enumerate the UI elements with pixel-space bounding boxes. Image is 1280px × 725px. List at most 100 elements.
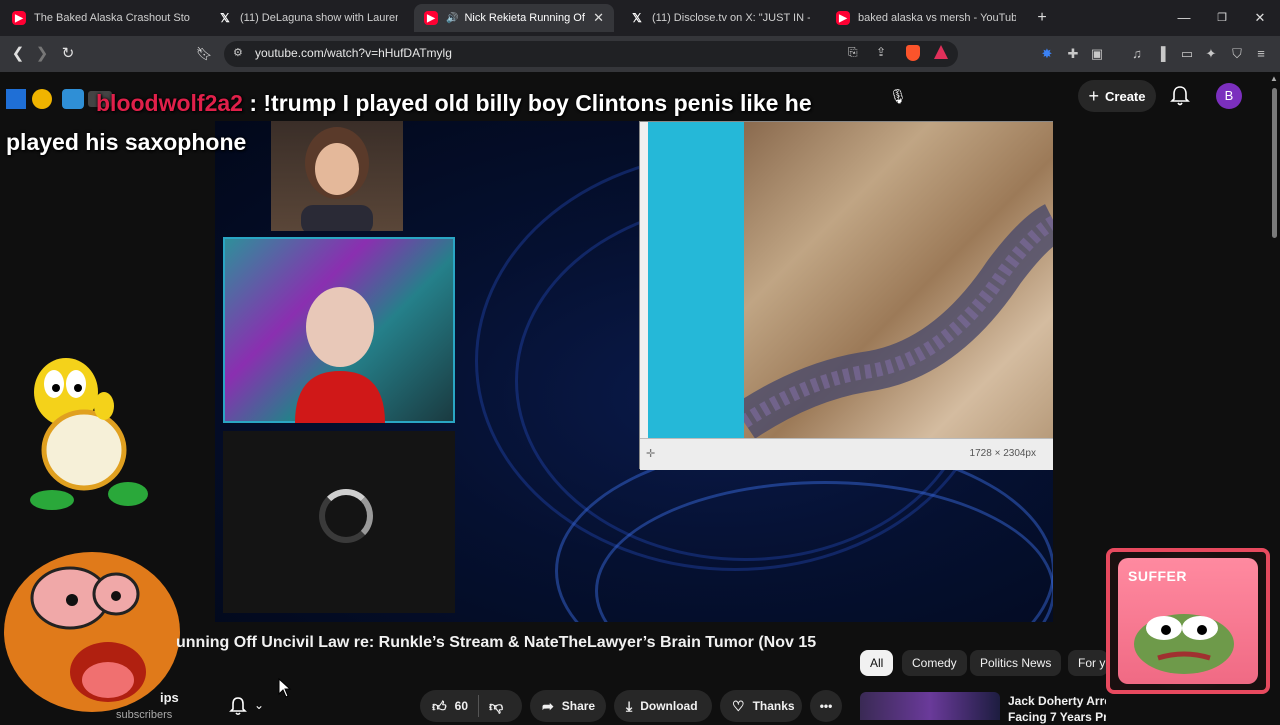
sidebar-toggle-icon[interactable]: ▐ [1152, 45, 1170, 63]
koopa-troopa-sticker [14, 354, 154, 512]
webcam-feed-man [223, 237, 455, 423]
rec-title-line-2: Facing 7 Years Pri [1008, 710, 1106, 724]
like-count[interactable]: 60 [455, 699, 468, 713]
create-label: Create [1105, 88, 1146, 104]
tab-title: baked alaska vs mersh - YouTube [858, 12, 1016, 24]
notifications-bell-icon[interactable] [1168, 84, 1192, 108]
x-favicon-icon: 𝕏 [632, 11, 642, 25]
koopa-icon [30, 358, 148, 510]
share-label: Share [561, 699, 596, 713]
bookmark-icon[interactable]: 🔖︎ [194, 44, 214, 64]
scroll-up-arrow-icon[interactable]: ▲ [1270, 74, 1278, 83]
menu-icon[interactable]: ≡ [1252, 45, 1270, 63]
media-controls-icon[interactable]: ♫ [1128, 45, 1146, 63]
webcam-feed-loading [223, 431, 455, 613]
chevron-down-icon[interactable]: ⌄ [254, 698, 264, 712]
image-dimensions: 1728 × 2304px [969, 448, 1036, 459]
tab-nick-rekieta[interactable]: ▶ 🔊 Nick Rekieta Running Off Unc ✕ [414, 4, 614, 32]
site-info-icon[interactable]: ⚙ [233, 46, 243, 59]
thumbs-up-icon[interactable]: 👍︎ [432, 698, 447, 715]
snake-photo-icon [744, 204, 1053, 438]
youtube-favicon-icon: ▶ [424, 11, 438, 25]
chip-all[interactable]: All [860, 650, 894, 676]
address-bar[interactable]: ⚙ youtube.com/watch?v=hHufDATmylg ⎘ ⇪ [224, 41, 958, 67]
image-viewer-window: ✛ 1728 × 2304px [639, 121, 1053, 470]
page-scrollbar[interactable]: ▲ [1270, 72, 1278, 242]
subscription-bell-icon[interactable] [226, 694, 250, 718]
pepe-frog-icon [1134, 614, 1234, 674]
chip-comedy[interactable]: Comedy [902, 650, 967, 676]
close-tab-icon[interactable]: ✕ [593, 10, 604, 26]
recommended-video-thumbnail[interactable] [860, 692, 1000, 720]
back-arrow-icon[interactable]: ❮ [8, 44, 28, 64]
create-button[interactable]: + Create [1078, 80, 1156, 112]
like-dislike-group: 👍︎ 60 👎︎ [420, 690, 522, 722]
tab-disclose-tv[interactable]: 𝕏 (11) Disclose.tv on X: "JUST IN - UK m [620, 4, 820, 32]
loading-spinner-icon [319, 489, 373, 543]
wallet-icon[interactable]: ▭ [1178, 45, 1196, 63]
thanks-button[interactable]: ♡ Thanks [720, 690, 802, 722]
tab-baked-alaska-crashout[interactable]: ▶ The Baked Alaska Crashout Story - Yo [2, 4, 200, 32]
bell-icon [1170, 86, 1190, 106]
vpn-icon[interactable]: ⛉ [1228, 45, 1246, 63]
channel-name[interactable]: ips [160, 690, 179, 705]
person-silhouette-icon [295, 287, 385, 423]
new-tab-button[interactable]: + [1032, 8, 1052, 28]
voice-search-icon[interactable]: 🎙︎ [884, 82, 912, 110]
super-thanks-icon: ♡ [732, 697, 745, 714]
divider [478, 695, 479, 717]
video-title: unning Off Uncivil Law re: Runkle’s Stre… [176, 634, 817, 651]
tab-title: Nick Rekieta Running Off Unc [464, 12, 585, 24]
restore-window-icon[interactable]: ❐ [1212, 8, 1232, 28]
crying-face-icon [4, 552, 180, 712]
tab-baked-alaska-vs-mersh[interactable]: ▶ baked alaska vs mersh - YouTube [826, 4, 1026, 32]
chip-for-you[interactable]: For y [1068, 650, 1108, 676]
chip-politics-news[interactable]: Politics News [970, 650, 1062, 676]
audio-playing-icon: 🔊 [446, 12, 459, 24]
more-actions-button[interactable]: ••• [810, 690, 842, 722]
youtube-page: ✛ 1728 × 2304px bloodwolf2a2 : !trump I … [0, 72, 1280, 724]
youtube-favicon-icon: ▶ [836, 11, 850, 25]
add-icon: ✛ [646, 448, 656, 460]
share-arrow-icon: ➦ [542, 697, 554, 714]
leo-ai-icon[interactable]: ✦ [1202, 45, 1220, 63]
tab-delaguna-show[interactable]: 𝕏 (11) DeLaguna show with Lauren Hay [208, 4, 408, 32]
close-window-icon[interactable]: ✕ [1250, 8, 1270, 28]
install-app-icon[interactable]: ⎘ [848, 45, 858, 60]
account-avatar[interactable]: B [1216, 83, 1242, 109]
download-button[interactable]: ⤓ Download [614, 690, 712, 722]
chat-username: bloodwolf2a2 [96, 90, 243, 116]
image-left-panel [648, 122, 744, 438]
extension-blue-icon[interactable]: ✸ [1038, 45, 1056, 63]
share-page-icon[interactable]: ⇪ [876, 45, 886, 59]
video-player[interactable]: ✛ 1728 × 2304px [215, 121, 1053, 622]
brave-shields-icon[interactable] [906, 45, 920, 61]
chat-overlay-message: bloodwolf2a2 : !trump I played old billy… [6, 84, 866, 162]
thanks-label: Thanks [752, 699, 795, 713]
rec-title-line-1: Jack Doherty Arres [1008, 694, 1106, 708]
download-label: Download [640, 699, 698, 713]
x-favicon-icon: 𝕏 [220, 11, 230, 25]
extensions-puzzle-icon[interactable]: ✚ [1064, 45, 1082, 63]
reload-icon[interactable]: ↻ [58, 44, 78, 64]
tab-title: (11) DeLaguna show with Lauren Hay [240, 12, 398, 24]
subscriber-count: subscribers [116, 709, 173, 721]
minimize-window-icon[interactable]: — [1174, 8, 1194, 28]
url-text[interactable]: youtube.com/watch?v=hHufDATmylg [255, 46, 452, 60]
brave-rewards-icon[interactable] [934, 45, 948, 59]
download-icon: ⤓ [626, 697, 633, 714]
tab-title: The Baked Alaska Crashout Story - Yo [34, 12, 190, 24]
reader-mode-icon[interactable]: ▣ [1088, 45, 1106, 63]
recommended-video-title[interactable]: Jack Doherty Arres Facing 7 Years Pri [1008, 693, 1106, 725]
tab-title: (11) Disclose.tv on X: "JUST IN - UK m [652, 12, 810, 24]
crying-face-sticker [0, 538, 185, 720]
thumbs-down-icon[interactable]: 👎︎ [489, 698, 503, 715]
more-horizontal-icon: ••• [819, 699, 833, 713]
forward-arrow-icon[interactable]: ❯ [32, 44, 52, 64]
mouse-cursor-icon [278, 678, 292, 698]
bell-icon [229, 697, 247, 716]
share-button[interactable]: ➦ Share [530, 690, 606, 722]
plus-icon: + [1088, 85, 1100, 106]
scrollbar-thumb[interactable] [1272, 88, 1277, 238]
suffer-screen: SUFFER [1118, 558, 1258, 684]
